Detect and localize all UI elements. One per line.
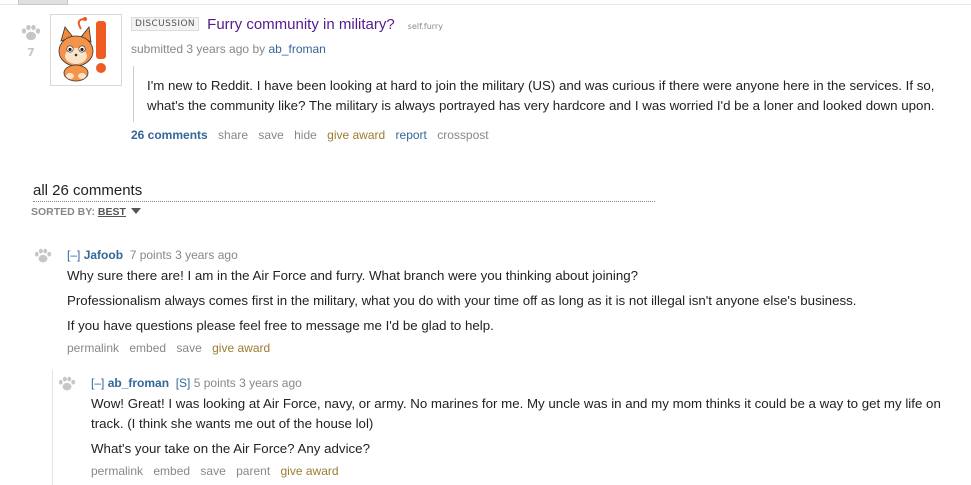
post-entry: DISCUSSION Furry community in military? … — [131, 14, 961, 142]
post-selftext: I'm new to Reddit. I have been looking a… — [133, 66, 959, 122]
comment-buttons: permalink embed save give award — [67, 341, 947, 355]
sort-dropdown[interactable]: BEST — [98, 206, 126, 218]
comment-paragraph: Why sure there are! I am in the Air Forc… — [67, 268, 639, 283]
comments-link[interactable]: 26 comments — [131, 128, 208, 142]
comment-buttons: permalink embed save parent give award — [91, 464, 941, 478]
header-strip — [0, 0, 971, 5]
crosspost-button[interactable]: crosspost — [437, 128, 488, 142]
share-button[interactable]: share — [218, 128, 248, 142]
permalink-button[interactable]: permalink — [91, 464, 143, 478]
post-author-link[interactable]: ab_froman — [268, 42, 325, 56]
sorted-by-label: SORTED BY: — [31, 206, 95, 218]
paw-upvote-icon[interactable] — [33, 248, 53, 269]
post-buttons: 26 comments share save hide give award r… — [131, 128, 961, 142]
paw-upvote-icon[interactable] — [20, 24, 42, 46]
comment-author-link[interactable]: Jafoob — [84, 248, 123, 262]
save-button[interactable]: save — [200, 464, 225, 478]
fox-thumbnail-icon — [58, 17, 106, 82]
comment-tagline: [–] Jafoob 7 points 3 years ago — [67, 248, 947, 266]
post-vote-column: 7 — [18, 24, 44, 59]
collapse-toggle[interactable]: [–] — [91, 376, 104, 390]
submitted-prefix: submitted — [131, 42, 184, 56]
submitter-tag[interactable]: [S] — [176, 376, 191, 390]
give-award-button[interactable]: give award — [281, 464, 339, 478]
hide-button[interactable]: hide — [294, 128, 317, 142]
child-comment-border — [52, 370, 53, 485]
save-button[interactable]: save — [258, 128, 283, 142]
comment-paragraph: If you have questions please feel free t… — [67, 318, 494, 333]
give-award-button[interactable]: give award — [212, 341, 270, 355]
collapse-toggle[interactable]: [–] — [67, 248, 80, 262]
comment-content: [–] ab_froman [S] 5 points 3 years ago W… — [91, 376, 941, 478]
all-comments-header: all 26 comments — [33, 182, 655, 202]
give-award-button[interactable]: give award — [327, 128, 385, 142]
comment-paragraph: Wow! Great! I was looking at Air Force, … — [91, 396, 941, 431]
comment-body: Wow! Great! I was looking at Air Force, … — [91, 394, 941, 459]
comment-author-link[interactable]: ab_froman — [108, 376, 169, 390]
post-title-link[interactable]: Furry community in military? — [207, 16, 395, 33]
permalink-button[interactable]: permalink — [67, 341, 119, 355]
submitted-time: 3 years ago — [186, 42, 250, 56]
parent-button[interactable]: parent — [236, 464, 270, 478]
comment-tagline: [–] ab_froman [S] 5 points 3 years ago — [91, 376, 941, 394]
save-button[interactable]: save — [176, 341, 201, 355]
comment-paragraph: Professionalism always comes first in th… — [67, 293, 857, 308]
paw-upvote-icon[interactable] — [57, 376, 77, 397]
sort-caret-icon[interactable] — [130, 208, 141, 214]
embed-button[interactable]: embed — [129, 341, 166, 355]
post-flair: DISCUSSION — [131, 17, 200, 31]
by-label: by — [252, 42, 266, 56]
post-tagline: submitted 3 years ago by ab_froman — [131, 42, 961, 56]
report-button[interactable]: report — [396, 128, 427, 142]
comment-meta: 5 points 3 years ago — [193, 376, 302, 390]
post-title-line: DISCUSSION Furry community in military? … — [131, 14, 961, 36]
sort-menu: SORTED BY: BEST — [31, 206, 141, 218]
post-domain[interactable]: self.furry — [408, 22, 443, 31]
post-score: 7 — [27, 46, 35, 59]
comment-body: Why sure there are! I am in the Air Forc… — [67, 266, 947, 336]
header-tab[interactable] — [18, 0, 68, 5]
post-thumbnail[interactable] — [50, 14, 122, 86]
comment-meta: 7 points 3 years ago — [129, 248, 238, 262]
comment-paragraph: What's your take on the Air Force? Any a… — [91, 441, 370, 456]
embed-button[interactable]: embed — [153, 464, 190, 478]
comment-content: [–] Jafoob 7 points 3 years ago Why sure… — [67, 248, 947, 355]
